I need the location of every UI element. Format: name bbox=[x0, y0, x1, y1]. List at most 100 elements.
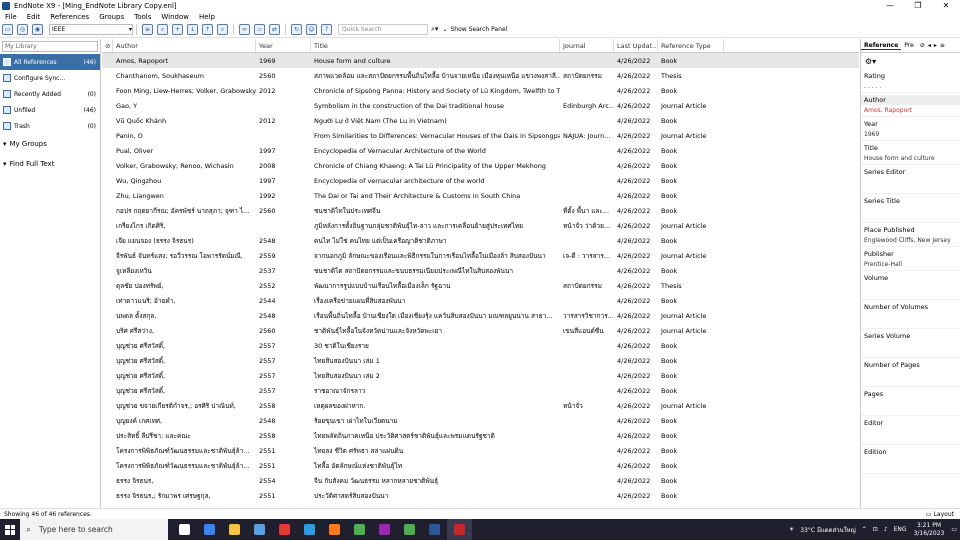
library-name-field[interactable]: My Library bbox=[2, 41, 98, 52]
field-value[interactable]: 1969 bbox=[861, 129, 960, 141]
new-reference-icon[interactable]: + bbox=[172, 24, 183, 35]
field-value[interactable] bbox=[861, 312, 960, 329]
table-row[interactable]: นพดล ตั้งสกุล, 2548 เรือนพื้นถิ่นไทลื้อ บ้… bbox=[102, 308, 859, 323]
taskbar-search-input[interactable]: ⌕ Type here to search bbox=[20, 519, 168, 540]
find-full-text-header[interactable]: ▾ Find Full Text bbox=[0, 154, 100, 174]
more-icon[interactable]: ≡ bbox=[940, 42, 945, 49]
group-configure-sync[interactable]: Configure Sync... bbox=[0, 70, 100, 86]
field-value[interactable]: House form and culture bbox=[861, 153, 960, 165]
start-button[interactable] bbox=[0, 519, 20, 540]
menu-edit[interactable]: Edit bbox=[22, 13, 46, 21]
menu-tools[interactable]: Tools bbox=[129, 13, 156, 21]
taskbar-app-store[interactable] bbox=[247, 519, 272, 540]
table-row[interactable]: บริศ ศรีสว่าง, 2560 ชาติพันธุ์ไทลื้อในจังห… bbox=[102, 323, 859, 338]
table-row[interactable]: Pual, Oliver 1997 Encyclopedia of Vernacul… bbox=[102, 143, 859, 158]
field-value[interactable]: Prentice-Hall bbox=[861, 259, 960, 271]
table-row[interactable]: Zhu, Liangwen 1992 The Dai or Tai and Thei… bbox=[102, 188, 859, 203]
table-row[interactable]: จูเหลียงเหวิน 2537 ชนชาติไต สถาปัตยกรรมและ… bbox=[102, 263, 859, 278]
add-user-icon[interactable]: ☺ bbox=[306, 24, 317, 35]
field-value[interactable] bbox=[861, 370, 960, 387]
table-row[interactable]: เจีย แยนจอง (ธรรง จิรธนร) 2548 คนไท ไม่ใช่… bbox=[102, 233, 859, 248]
table-row[interactable]: โครงการพิพิธภัณฑ์วัฒนธรรมและชาติพันธุ์ล้… bbox=[102, 458, 859, 473]
table-row[interactable]: Amos, Rapoport 1969 House form and culture… bbox=[102, 53, 859, 68]
table-row[interactable]: ดุลชัย ปองทรัพย์, 2552 พัฒนาการรูปแบบบ้านเ… bbox=[102, 278, 859, 293]
table-row[interactable]: Chanthanom, Soukhaseum 2560 สภาพแวดล้อม แล… bbox=[102, 68, 859, 83]
attachment-column-header[interactable]: ⊘ bbox=[102, 39, 113, 52]
field-value[interactable] bbox=[861, 399, 960, 416]
table-row[interactable]: บุญช่วย ศรีสวัสดิ์, 2557 30 ชาติในเชียงราย… bbox=[102, 338, 859, 353]
quick-search-input[interactable]: Quick Search bbox=[338, 24, 428, 35]
table-row[interactable]: ธรรง จิรธนร, 2554 จีน กับสังคม วัฒนธรรม หล… bbox=[102, 473, 859, 488]
network-icon[interactable]: ⊡ bbox=[873, 526, 878, 533]
sync-icon[interactable]: ↻ bbox=[291, 24, 302, 35]
download-icon[interactable]: ↓ bbox=[187, 24, 198, 35]
column-header-journal[interactable]: Journal bbox=[560, 39, 614, 52]
gear-icon[interactable]: ⚙▾ bbox=[865, 57, 876, 66]
taskbar-app-firefox[interactable] bbox=[322, 519, 347, 540]
table-row[interactable]: กอปร กฤตยากีรณ; อัครพัชร์ นาถสุภา; จุฑา … bbox=[102, 203, 859, 218]
table-row[interactable]: บุญช่วย ศรีสวัสดิ์, 2557 ไทยสิบสองปันนา เล… bbox=[102, 353, 859, 368]
insert-citation-icon[interactable]: ≡ bbox=[142, 24, 153, 35]
group-trash[interactable]: Trash (0) bbox=[0, 118, 100, 134]
restore-button[interactable]: ❐ bbox=[904, 0, 932, 11]
menu-references[interactable]: References bbox=[45, 13, 94, 21]
group-all-references[interactable]: All References (46) bbox=[0, 54, 100, 70]
menu-file[interactable]: File bbox=[0, 13, 22, 21]
group-unfiled[interactable]: Unfiled (46) bbox=[0, 102, 100, 118]
taskbar-app-task-view[interactable] bbox=[172, 519, 197, 540]
taskbar-app-chrome-2[interactable] bbox=[397, 519, 422, 540]
volume-icon[interactable]: ♪ bbox=[884, 526, 888, 533]
taskbar-app-chrome[interactable] bbox=[347, 519, 372, 540]
my-groups-header[interactable]: ▾ My Groups bbox=[0, 134, 100, 154]
table-row[interactable]: ธรรง จิรธนร,; รักมาพร เศรษฐกุล, 2551 ประวั… bbox=[102, 488, 859, 503]
field-value[interactable] bbox=[861, 457, 960, 474]
show-search-panel-button[interactable]: ⌄ Show Search Panel bbox=[442, 26, 507, 33]
taskbar-app-widgets[interactable] bbox=[197, 519, 222, 540]
chevron-up-icon[interactable]: ⌃ bbox=[862, 526, 867, 533]
integrated-library-icon[interactable]: ◉ bbox=[32, 24, 43, 35]
taskbar-app-endnote[interactable] bbox=[447, 519, 472, 540]
table-row[interactable]: บุญช่วย ศรีสวัสดิ์, 2557 ราชอาณาจักรลาว 4/2… bbox=[102, 383, 859, 398]
field-value[interactable] bbox=[861, 428, 960, 445]
layout-button[interactable]: ▭ Layout bbox=[926, 511, 954, 518]
menu-help[interactable]: Help bbox=[194, 13, 220, 21]
taskbar-app-photos[interactable] bbox=[372, 519, 397, 540]
find-full-text-icon[interactable]: ⌕ bbox=[217, 24, 228, 35]
language-indicator[interactable]: ENG bbox=[894, 526, 907, 533]
close-button[interactable]: ✕ bbox=[932, 0, 960, 11]
paperclip-icon[interactable]: ⊘ bbox=[920, 42, 925, 49]
taskbar-app-file-explorer[interactable] bbox=[222, 519, 247, 540]
table-row[interactable]: Panin, O From Similarities to Differences… bbox=[102, 128, 859, 143]
link-icon[interactable]: ∞ bbox=[239, 24, 250, 35]
chevron-right-icon[interactable]: ▸ bbox=[934, 42, 937, 49]
weather-text[interactable]: 33°C มีแดดส่วนใหญ่ bbox=[800, 525, 855, 535]
column-header-year[interactable]: Year bbox=[256, 39, 311, 52]
find-online-icon[interactable]: ⌕ bbox=[157, 24, 168, 35]
taskbar-app-opera[interactable] bbox=[272, 519, 297, 540]
column-header-reference-type[interactable]: Reference Type bbox=[658, 39, 724, 52]
table-row[interactable]: บุญช่วย ขจายเกียรติกำจร,; อรศิริ ปาณินท์… bbox=[102, 398, 859, 413]
local-library-icon[interactable]: ▭ bbox=[2, 24, 13, 35]
online-search-icon[interactable]: ◎ bbox=[17, 24, 28, 35]
table-row[interactable]: บุญช่วย ศรีสวัสดิ์, 2557 ไทยสิบสองปันนา เล… bbox=[102, 368, 859, 383]
table-row[interactable]: จีรพันธ์ จันทร์แสง; รอวีวรรณ โอพารรัตน์ม… bbox=[102, 248, 859, 263]
menu-groups[interactable]: Groups bbox=[94, 13, 129, 21]
taskbar-app-edge[interactable] bbox=[297, 519, 322, 540]
column-header-last-updated[interactable]: Last Updat... bbox=[614, 39, 658, 52]
chevron-left-icon[interactable]: ◂ bbox=[928, 42, 931, 49]
field-value[interactable]: Amos, Rapoport bbox=[861, 105, 960, 117]
clock[interactable]: 3:21 PM 3/16/2023 bbox=[914, 522, 945, 538]
field-value[interactable] bbox=[861, 206, 960, 223]
table-row[interactable]: Volker, Grabowsky; Renoo, Wichasin 2008 Ch… bbox=[102, 158, 859, 173]
share-icon[interactable]: ⇄ bbox=[269, 24, 280, 35]
minimize-button[interactable]: — bbox=[876, 0, 904, 11]
field-value[interactable] bbox=[861, 177, 960, 194]
table-row[interactable]: เกรียงไกร เกิดศิริ, ภูมิหลังการตั้งถิ่นฐา… bbox=[102, 218, 859, 233]
weather-icon[interactable]: ☀ bbox=[789, 526, 794, 533]
menu-window[interactable]: Window bbox=[156, 13, 194, 21]
field-value[interactable]: Englewood Cliffs, New Jersey bbox=[861, 235, 960, 247]
open-folder-icon[interactable]: ▱ bbox=[254, 24, 265, 35]
help-icon[interactable]: ? bbox=[321, 24, 332, 35]
table-row[interactable]: Foon Ming, Liew-Herres; Volker, Grabowsk… bbox=[102, 83, 859, 98]
rating-stars[interactable]: . . . . . bbox=[861, 81, 960, 93]
